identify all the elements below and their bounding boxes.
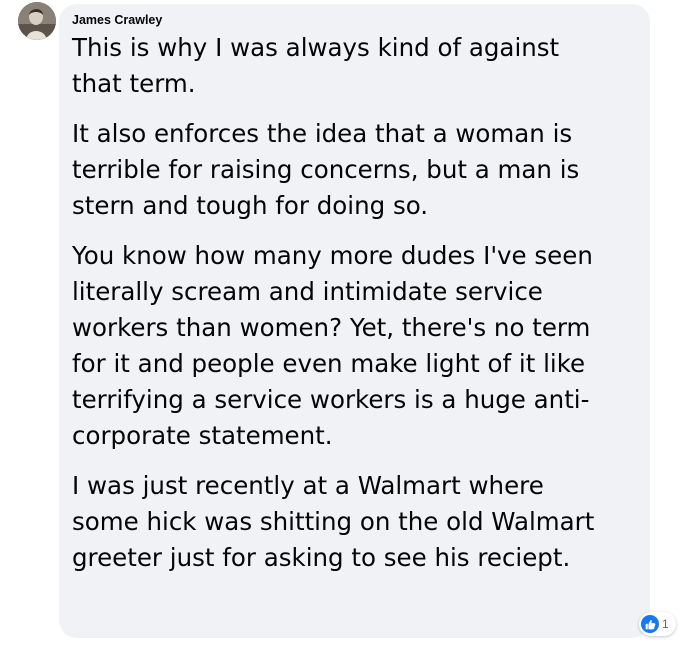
comment-paragraph: I was just recently at a Walmart where s… [72,471,595,572]
comment-paragraph: This is why I was always kind of against… [72,33,560,98]
comment-paragraph: It also enforces the idea that a woman i… [72,119,580,220]
reaction-summary[interactable]: 1 [639,612,676,636]
like-icon [641,615,659,633]
comment-body: This is why I was always kind of against… [72,30,647,576]
avatar-photo [18,2,56,40]
comment-paragraph: You know how many more dudes I've seen l… [72,241,593,450]
avatar[interactable] [18,2,56,40]
reaction-count: 1 [662,617,669,631]
comment-author[interactable]: James Crawley [72,13,162,27]
